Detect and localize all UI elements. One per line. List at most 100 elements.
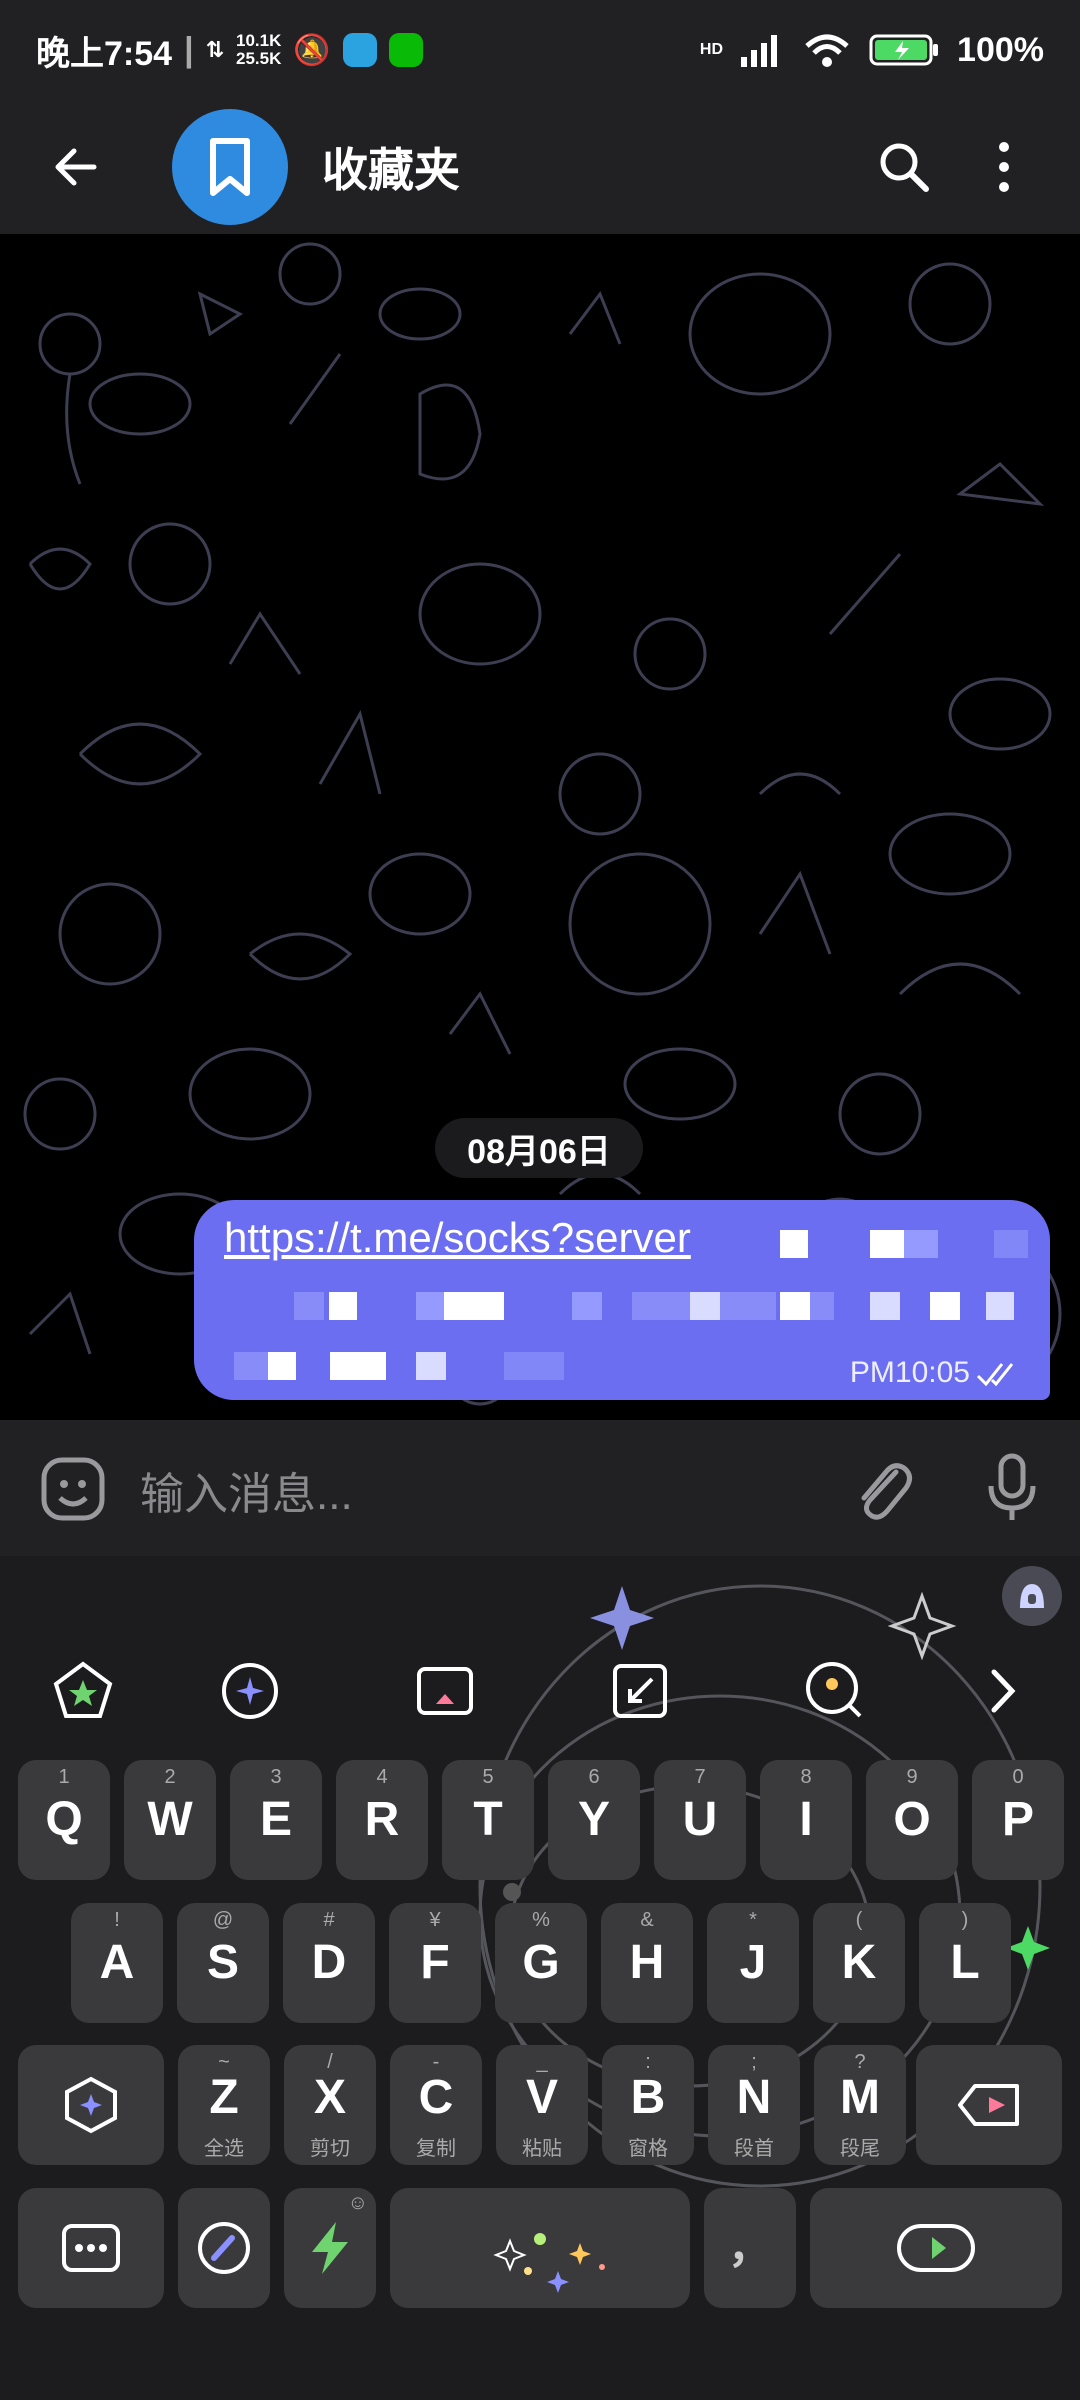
toolbar-more-button[interactable] <box>968 1656 1038 1726</box>
sparkle-circle-icon <box>222 1663 278 1719</box>
chat-title[interactable]: 收藏夹 <box>322 134 864 200</box>
key-p[interactable]: 0P <box>972 1760 1064 1880</box>
key-z[interactable]: ~ Z 全选 <box>178 2045 270 2165</box>
enter-arrow-icon <box>897 2224 975 2272</box>
key-symbols[interactable] <box>18 2188 164 2308</box>
key-label: H <box>629 1936 665 1989</box>
key-f[interactable]: ¥ F <box>389 1903 481 2023</box>
network-type: HD <box>699 41 724 58</box>
search-icon <box>880 143 929 192</box>
key-space[interactable] <box>390 2188 690 2308</box>
search-button[interactable] <box>864 127 944 207</box>
key-e[interactable]: 3E <box>230 1760 322 1880</box>
key-label: B <box>630 2071 666 2124</box>
network-speed: 10.1K 25.5K <box>236 31 282 68</box>
key-k[interactable]: (K <box>813 1903 905 2023</box>
shift-hexagon-icon <box>65 2076 117 2134</box>
message-bubble[interactable]: https://t.me/socks?server PM10:05 <box>194 1200 1050 1400</box>
key-t[interactable]: 5T <box>442 1760 534 1880</box>
key-secondary-label: _ <box>536 2051 548 2073</box>
key-o[interactable]: 9O <box>866 1760 958 1880</box>
key-secondary-label: # <box>323 1909 335 1931</box>
more-dots-icon <box>62 2224 120 2272</box>
key-a[interactable]: ! A <box>71 1903 163 2023</box>
key-backspace[interactable] <box>916 2045 1062 2165</box>
date-separator: 08月06日 <box>435 1118 643 1178</box>
more-vertical-icon <box>999 142 1009 192</box>
message-input[interactable]: 输入消息... <box>140 1458 353 1522</box>
key-label: F <box>420 1936 450 1989</box>
keyboard-assistant-button[interactable] <box>1002 1566 1062 1626</box>
toolbar-clipboard-button[interactable] <box>410 1656 480 1726</box>
microphone-icon[interactable] <box>985 1452 1039 1524</box>
key-label: K <box>841 1936 877 1989</box>
key-secondary-label: ! <box>114 1909 120 1931</box>
backspace-icon <box>958 2084 1019 2126</box>
key-i[interactable]: 8I <box>760 1760 852 1880</box>
key-v[interactable]: _ V 粘贴 <box>496 2045 588 2165</box>
key-function-label: 复制 <box>416 2138 456 2160</box>
key-secondary-label: ) <box>961 1909 969 1931</box>
key-m[interactable]: ? M 段尾 <box>814 2045 906 2165</box>
key-quick-phrase[interactable]: ☺ <box>284 2188 376 2308</box>
key-c[interactable]: - C 复制 <box>390 2045 482 2165</box>
key-comma[interactable]: ， <box>704 2188 796 2308</box>
key-d[interactable]: # D <box>283 1903 375 2023</box>
key-function-label: 全选 <box>204 2138 244 2160</box>
data-arrows-icon: ⇅ <box>205 37 225 62</box>
key-h[interactable]: & H <box>601 1903 693 2023</box>
key-u[interactable]: 7U <box>654 1760 746 1880</box>
key-shift[interactable] <box>18 2045 164 2165</box>
attach-icon[interactable] <box>850 1454 916 1524</box>
image-frame-icon <box>417 1667 473 1715</box>
telegram-app-icon <box>342 33 377 67</box>
key-secondary-label: * <box>749 1909 757 1931</box>
key-g[interactable]: % G <box>495 1903 587 2023</box>
key-secondary-label: : <box>645 2051 651 2073</box>
key-j[interactable]: * J <box>707 1903 799 2023</box>
key-secondary-label: 9 <box>906 1766 918 1788</box>
key-label: Y <box>577 1793 610 1846</box>
avatar[interactable] <box>172 109 288 225</box>
key-n[interactable]: ; N 段首 <box>708 2045 800 2165</box>
key-handwriting[interactable] <box>178 2188 270 2308</box>
key-l[interactable]: ) L <box>919 1903 1011 2023</box>
toolbar-ai-button[interactable] <box>215 1656 285 1726</box>
more-menu-button[interactable] <box>964 127 1044 207</box>
status-time: 晚上7:54 <box>36 34 173 73</box>
key-secondary-label: ( <box>855 1909 863 1931</box>
back-button[interactable] <box>36 127 116 207</box>
signal-icon <box>741 35 778 67</box>
key-function-label: 剪切 <box>310 2138 350 2160</box>
key-secondary-label: 8 <box>800 1766 812 1788</box>
key-secondary-label: ~ <box>218 2051 230 2073</box>
back-arrow-icon <box>55 148 97 186</box>
key-secondary-label: 0 <box>1012 1766 1024 1788</box>
key-w[interactable]: 2W <box>124 1760 216 1880</box>
toolbar-emoji-button[interactable] <box>48 1656 118 1726</box>
key-b[interactable]: : B 窗格 <box>602 2045 694 2165</box>
toolbar-search-button[interactable] <box>800 1656 870 1726</box>
key-function-label: 段首 <box>734 2138 774 2160</box>
key-label: T <box>473 1793 503 1846</box>
battery-icon <box>869 34 939 66</box>
key-q[interactable]: 1Q <box>18 1760 110 1880</box>
key-label: W <box>147 1793 193 1846</box>
chat-header: 收藏夹 <box>0 100 1080 234</box>
key-s[interactable]: @ S <box>177 1903 269 2023</box>
message-link[interactable]: https://t.me/socks?server <box>224 1214 691 1262</box>
pen-circle-icon <box>198 2222 250 2274</box>
key-secondary-label: & <box>640 1909 654 1931</box>
key-y[interactable]: 6Y <box>548 1760 640 1880</box>
key-function-label: 粘贴 <box>522 2138 562 2160</box>
key-x[interactable]: / X 剪切 <box>284 2045 376 2165</box>
key-enter[interactable] <box>810 2188 1062 2308</box>
key-secondary-label: 6 <box>588 1766 600 1788</box>
space-sparkles-icon <box>493 2233 605 2293</box>
key-r[interactable]: 4R <box>336 1760 428 1880</box>
key-label: G <box>522 1936 560 1989</box>
toolbar-resize-button[interactable] <box>605 1656 675 1726</box>
key-secondary-label: 4 <box>376 1766 388 1788</box>
key-label: L <box>950 1936 980 1989</box>
sticker-icon[interactable] <box>40 1456 106 1522</box>
